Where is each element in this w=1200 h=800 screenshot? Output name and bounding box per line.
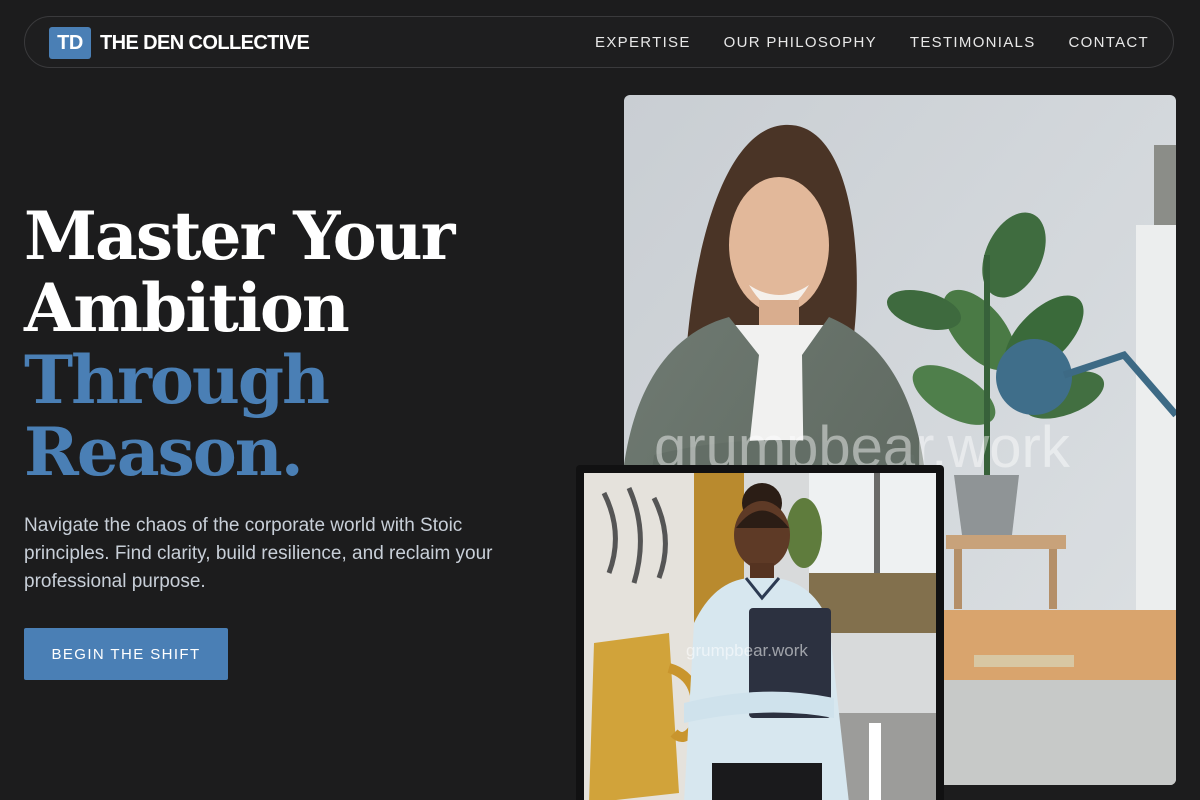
hero-photo-secondary: grumpbear.work [576,465,944,800]
hero-title-line-1: Master Your [24,197,455,275]
hero-title-accent-line-1: Through [24,341,330,419]
secondary-photo-watermark: grumpbear.work [686,641,808,660]
brand-logo[interactable]: TD THE DEN COLLECTIVE [49,27,310,59]
nav-link-expertise[interactable]: EXPERTISE [595,34,691,51]
nav-links: EXPERTISE OUR PHILOSOPHY TESTIMONIALS CO… [562,17,1149,67]
nav-link-testimonials[interactable]: TESTIMONIALS [910,34,1036,51]
brand-name: THE DEN COLLECTIVE [100,31,310,54]
hero-title-line-2: Ambition [24,269,350,347]
hero-subtitle: Navigate the chaos of the corporate worl… [24,515,493,592]
logo-mark: TD [49,27,91,59]
nav-link-contact[interactable]: CONTACT [1069,34,1149,51]
top-navbar: TD THE DEN COLLECTIVE EXPERTISE OUR PHIL… [24,16,1174,68]
begin-the-shift-button[interactable]: BEGIN THE SHIFT [24,628,228,680]
nav-link-our-philosophy[interactable]: OUR PHILOSOPHY [724,34,877,51]
photo-secondary-frame: grumpbear.work [584,473,936,800]
hero-title-accent-line-2: Reason. [24,413,304,491]
hero-title: Master Your Ambition Through Reason. [24,197,455,491]
folder-woman-photo: grumpbear.work [584,473,936,800]
